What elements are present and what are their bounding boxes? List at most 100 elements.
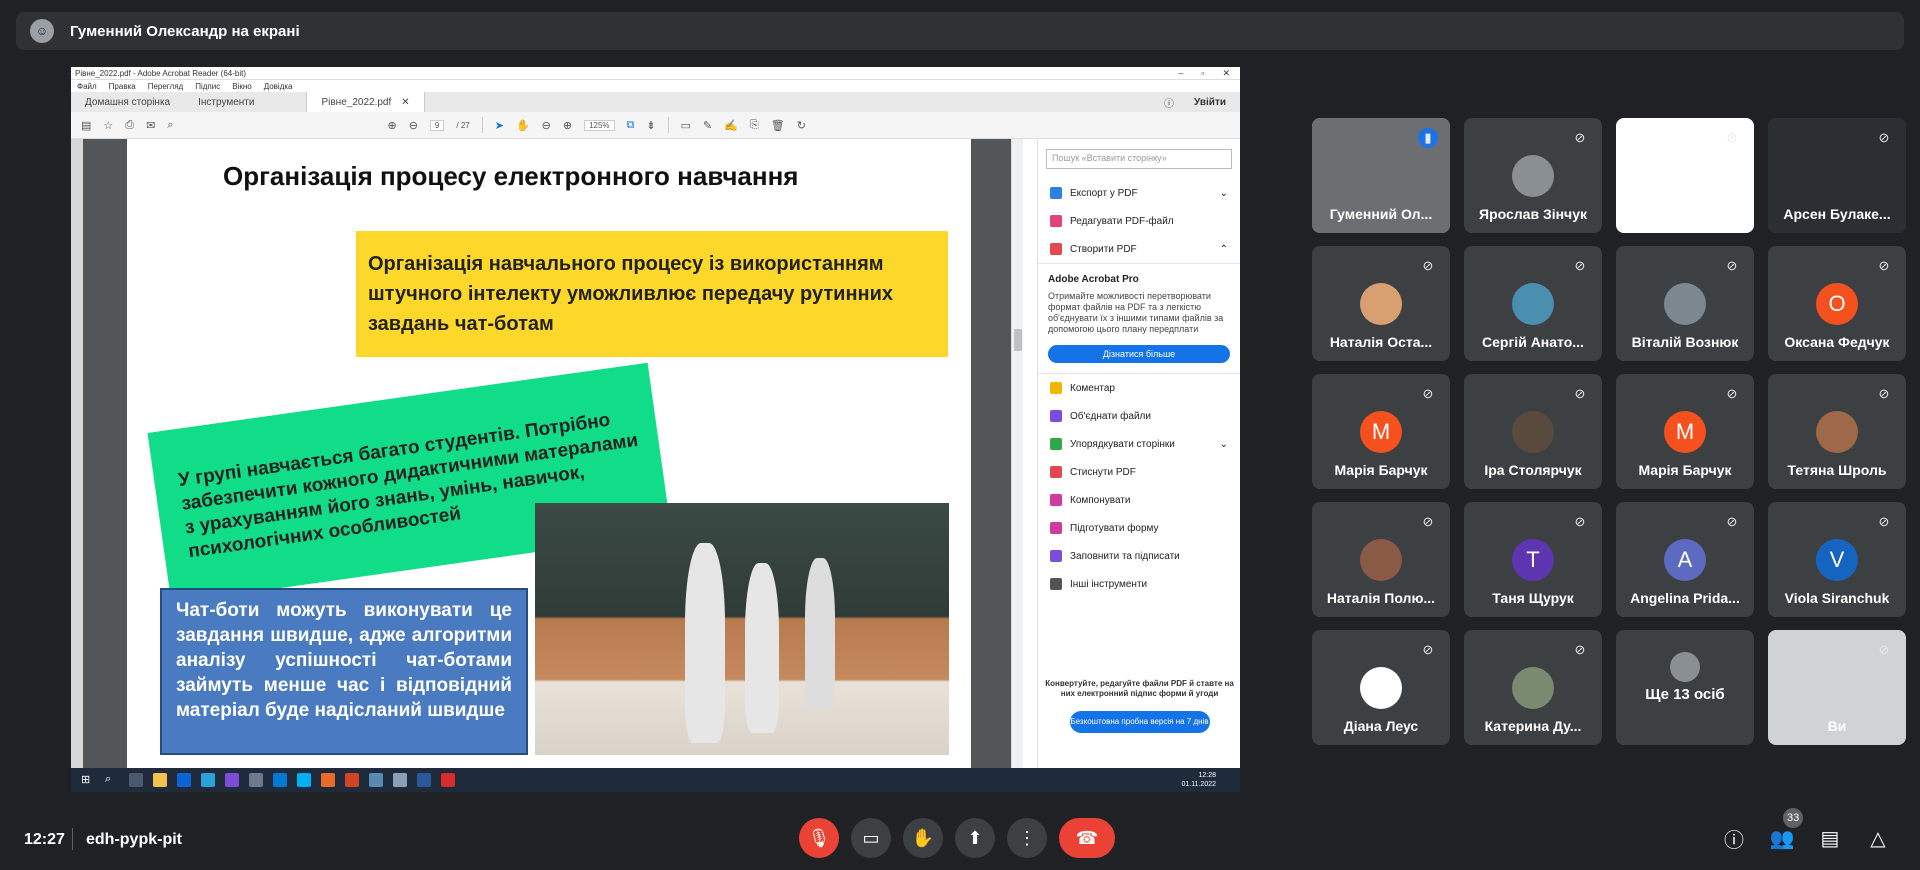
- participant-tile[interactable]: Ще 13 осіб: [1616, 630, 1754, 745]
- hand-icon[interactable]: ✋: [516, 119, 530, 132]
- participant-tile[interactable]: ⊘ Наталія Полю...: [1312, 502, 1450, 617]
- present-button[interactable]: ⬆: [955, 818, 995, 858]
- mail-app-icon[interactable]: [177, 773, 191, 787]
- print-icon[interactable]: ⎙: [125, 119, 134, 132]
- panel-tool-item[interactable]: Створити PDF ⌃: [1038, 235, 1240, 263]
- edge-icon[interactable]: [201, 773, 215, 787]
- panel-tool-item[interactable]: Коментар: [1038, 374, 1240, 402]
- tab-document[interactable]: Рівне_2022.pdf ✕: [306, 92, 425, 112]
- store-icon[interactable]: [273, 773, 287, 787]
- mic-off-button[interactable]: 🎙: [799, 818, 839, 858]
- star-icon[interactable]: ☆: [103, 119, 113, 132]
- chevron-icon[interactable]: ⌄: [1220, 188, 1240, 199]
- page-down-icon[interactable]: ⊖: [409, 119, 418, 132]
- panel-tool-item[interactable]: Інші інструменти: [1038, 570, 1240, 598]
- menu-sign[interactable]: Підпис: [195, 82, 220, 91]
- task-view-icon[interactable]: [129, 773, 143, 787]
- zoom-in-icon[interactable]: ⊕: [563, 119, 572, 132]
- close-icon[interactable]: ✕: [1222, 68, 1230, 79]
- participant-tile[interactable]: ⊘ Тетяна Шроль: [1768, 374, 1906, 489]
- chevron-icon[interactable]: ⌃: [1220, 244, 1240, 255]
- document-scrollbar[interactable]: [1011, 139, 1023, 768]
- tab-tools[interactable]: Інструменти: [184, 92, 268, 112]
- minimize-icon[interactable]: –: [1178, 68, 1183, 79]
- participant-tile[interactable]: О ⊘ Оксана Федчук: [1768, 246, 1906, 361]
- help-icon[interactable]: ⓘ: [1164, 95, 1174, 110]
- viber-icon[interactable]: [225, 773, 239, 787]
- windows-start-icon[interactable]: ⊞: [81, 773, 95, 787]
- participant-tile[interactable]: A ⊘ Angelina Prida...: [1616, 502, 1754, 617]
- menu-edit[interactable]: Правка: [109, 82, 136, 91]
- menu-view[interactable]: Перегляд: [148, 82, 184, 91]
- participant-tile[interactable]: ⊘ Ви: [1768, 630, 1906, 745]
- participant-tile[interactable]: V ⊘ Viola Siranchuk: [1768, 502, 1906, 617]
- zoom-out-icon[interactable]: ⊖: [542, 119, 551, 132]
- participant-tile[interactable]: ⊘ Ярослав Зінчук: [1464, 118, 1602, 233]
- free-trial-button[interactable]: Безкоштовна пробна версія на 7 днів: [1069, 711, 1210, 733]
- panel-tool-item[interactable]: Об'єднати файли: [1038, 402, 1240, 430]
- panel-tool-item[interactable]: Підготувати форму: [1038, 514, 1240, 542]
- tab-home[interactable]: Домашня сторінка: [71, 92, 184, 112]
- rotate-icon[interactable]: ↻: [797, 119, 806, 132]
- maximize-icon[interactable]: ▫: [1201, 68, 1204, 79]
- stamp-icon[interactable]: ⎘: [750, 119, 759, 132]
- fit-page-icon[interactable]: ⧉: [627, 119, 635, 132]
- tab-close-icon[interactable]: ✕: [401, 97, 409, 108]
- scrollbar-thumb[interactable]: [1014, 329, 1022, 351]
- panel-tool-item[interactable]: Редагувати PDF-файл: [1038, 207, 1240, 235]
- participant-tile[interactable]: ⊘ Арсен Булаке...: [1768, 118, 1906, 233]
- highlight-icon[interactable]: ✎: [703, 119, 712, 132]
- app-icon[interactable]: [249, 773, 263, 787]
- participant-tile[interactable]: ⊘ Сергій Анато...: [1464, 246, 1602, 361]
- mail-icon[interactable]: ✉: [146, 119, 155, 132]
- participant-tile[interactable]: M ⊘ Марія Барчук: [1312, 374, 1450, 489]
- menu-file[interactable]: Файл: [77, 82, 97, 91]
- participant-tile[interactable]: T ⊘ Таня Щурук: [1464, 502, 1602, 617]
- save-icon[interactable]: ▤: [81, 119, 91, 132]
- left-panel-toggle[interactable]: [71, 139, 83, 768]
- menu-window[interactable]: Вікно: [232, 82, 251, 91]
- more-options-button[interactable]: ⋮: [1007, 818, 1047, 858]
- raise-hand-button[interactable]: ✋: [903, 818, 943, 858]
- participant-tile[interactable]: ⊘ Тетяна Шроль...: [1616, 118, 1754, 233]
- signin-button[interactable]: Увійти: [1194, 97, 1226, 108]
- camera-button[interactable]: ▭: [851, 818, 891, 858]
- participant-tile[interactable]: ⊘ Віталій Вознюк: [1616, 246, 1754, 361]
- zoom-search-icon[interactable]: ⌕: [167, 119, 173, 132]
- chevron-icon[interactable]: ⌄: [1220, 439, 1240, 450]
- menu-help[interactable]: Довідка: [264, 82, 293, 91]
- acrobat-icon[interactable]: [441, 773, 455, 787]
- app-icon[interactable]: [369, 773, 383, 787]
- word-icon[interactable]: [417, 773, 431, 787]
- select-cursor-icon[interactable]: ➤: [495, 119, 504, 132]
- participant-tile[interactable]: ⊘ Наталія Оста...: [1312, 246, 1450, 361]
- zoom-select[interactable]: 125%: [584, 119, 615, 131]
- panel-tool-item[interactable]: Компонувати: [1038, 486, 1240, 514]
- participant-tile[interactable]: ⊘ Катерина Ду...: [1464, 630, 1602, 745]
- participant-tile[interactable]: ▮ Гуменний Ол...: [1312, 118, 1450, 233]
- panel-tool-item[interactable]: Стиснути PDF: [1038, 458, 1240, 486]
- firefox-icon[interactable]: [321, 773, 335, 787]
- page-up-icon[interactable]: ⊕: [387, 119, 396, 132]
- participant-tile[interactable]: ⊘ Діана Леус: [1312, 630, 1450, 745]
- explorer-icon[interactable]: [153, 773, 167, 787]
- panel-tool-item[interactable]: Упорядкувати сторінки ⌄: [1038, 430, 1240, 458]
- page-number-input[interactable]: 9: [429, 119, 445, 131]
- panel-tool-item[interactable]: Експорт у PDF ⌄: [1038, 179, 1240, 207]
- chat-button[interactable]: ▤: [1816, 824, 1844, 852]
- participant-tile[interactable]: ⊘ Іра Столярчук: [1464, 374, 1602, 489]
- panel-tool-item[interactable]: Заповнити та підписати: [1038, 542, 1240, 570]
- skype-icon[interactable]: [297, 773, 311, 787]
- leave-call-button[interactable]: ☎: [1059, 818, 1115, 858]
- scroll-mode-icon[interactable]: ⇟: [646, 119, 655, 132]
- people-button[interactable]: 👥: [1768, 824, 1796, 852]
- delete-icon[interactable]: 🗑: [771, 119, 785, 132]
- participant-tile[interactable]: M ⊘ Марія Барчук: [1616, 374, 1754, 489]
- sign-icon[interactable]: ✍: [724, 119, 738, 132]
- activities-button[interactable]: △: [1864, 824, 1892, 852]
- panel-search-input[interactable]: Пошук «Вставити сторінку»: [1046, 149, 1232, 169]
- powerpoint-icon[interactable]: [345, 773, 359, 787]
- comment-icon[interactable]: ▭: [681, 119, 691, 132]
- search-icon[interactable]: ⌕: [105, 773, 119, 787]
- app-icon[interactable]: [393, 773, 407, 787]
